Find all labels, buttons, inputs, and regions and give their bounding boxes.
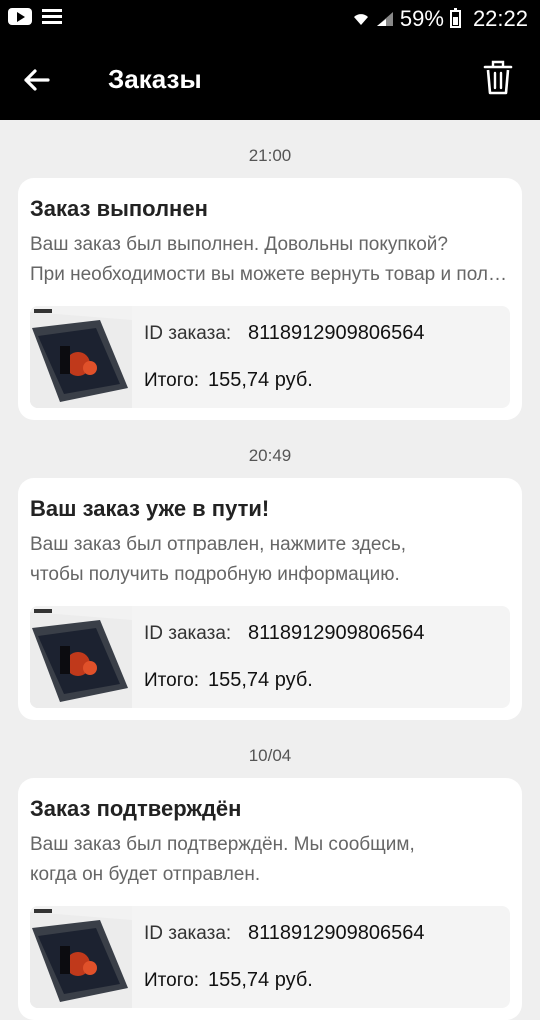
notification-text: Ваш заказ был отправлен, нажмите здесь, … — [30, 530, 510, 590]
notification-title: Заказ выполнен — [30, 196, 208, 221]
order-total-value: 155,74 руб. — [208, 969, 313, 991]
status-bar: 59% 22:22 — [0, 0, 540, 38]
product-thumbnail — [30, 306, 132, 408]
order-total-value: 155,74 руб. — [208, 669, 313, 691]
notification-card[interactable]: Заказ подтверждён Ваш заказ был подтверж… — [18, 778, 522, 1020]
order-id-value: 8118912909806564 — [248, 322, 425, 344]
battery-icon — [449, 8, 461, 28]
signal-icon — [376, 12, 393, 26]
order-total-label: Итого: — [144, 370, 200, 391]
order-total-label: Итого: — [144, 970, 200, 991]
notification-date: 20:49 — [248, 446, 292, 465]
notification-title: Заказ подтверждён — [30, 796, 242, 821]
order-total-label: Итого: — [144, 670, 200, 691]
product-thumbnail — [30, 606, 132, 708]
wifi-icon — [353, 14, 368, 25]
trash-icon[interactable] — [482, 58, 514, 96]
order-total-value: 155,74 руб. — [208, 369, 313, 391]
notification-card[interactable]: Заказ выполнен Ваш заказ был выполнен. Д… — [18, 178, 522, 420]
status-notifications — [8, 8, 62, 25]
notification-text: Ваш заказ был выполнен. Довольны покупко… — [30, 230, 510, 290]
order-summary[interactable]: ID заказа: 8118912909806564 Итого: 155,7… — [30, 906, 510, 1008]
notification-text: Ваш заказ был подтверждён. Мы сообщим, к… — [30, 830, 510, 890]
notification-text-line: чтобы получить подробную информацию. — [30, 564, 400, 585]
order-id-value: 8118912909806564 — [248, 622, 425, 644]
order-summary[interactable]: ID заказа: 8118912909806564 Итого: 155,7… — [30, 306, 510, 408]
order-id-label: ID заказа: — [144, 923, 232, 944]
app-bar: Заказы — [0, 38, 540, 120]
notification-date: 10/04 — [248, 746, 292, 765]
status-indicators: 59% 22:22 — [352, 6, 528, 32]
notification-date: 21:00 — [248, 146, 292, 165]
product-thumbnail — [30, 906, 132, 1008]
notification-text-line: Ваш заказ был подтверждён. Мы сообщим, — [30, 834, 415, 855]
order-id-label: ID заказа: — [144, 323, 232, 344]
battery-percent: 59% — [399, 6, 444, 31]
youtube-icon — [8, 8, 32, 25]
page-title: Заказы — [108, 64, 202, 94]
notification-card[interactable]: Ваш заказ уже в пути! Ваш заказ был отпр… — [18, 478, 522, 720]
notification-text-line: При необходимости вы можете вернуть това… — [30, 264, 510, 285]
list-icon — [42, 8, 62, 25]
order-summary[interactable]: ID заказа: 8118912909806564 Итого: 155,7… — [30, 606, 510, 708]
order-id-label: ID заказа: — [144, 623, 232, 644]
order-id-value: 8118912909806564 — [248, 922, 425, 944]
back-arrow-icon[interactable] — [20, 64, 52, 96]
notification-text-line: Ваш заказ был выполнен. Довольны покупко… — [30, 234, 448, 255]
notification-text-line: Ваш заказ был отправлен, нажмите здесь, — [30, 534, 407, 555]
notification-text-line: когда он будет отправлен. — [30, 864, 261, 885]
clock: 22:22 — [472, 6, 528, 31]
notification-title: Ваш заказ уже в пути! — [30, 496, 270, 521]
